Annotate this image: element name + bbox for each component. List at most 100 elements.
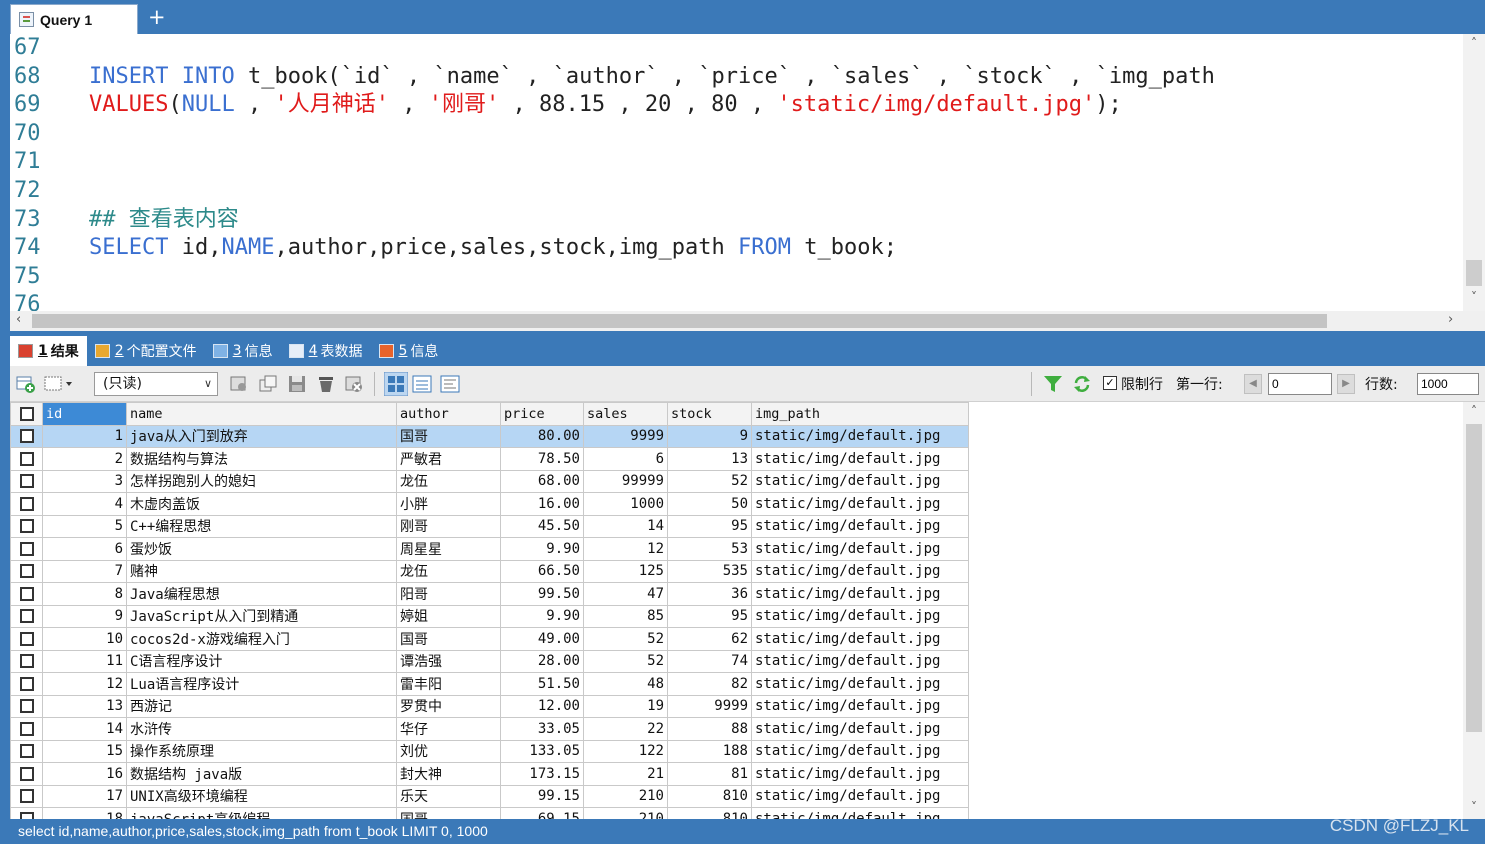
cancel-changes-icon[interactable]: [344, 374, 364, 394]
first-row-input[interactable]: 0: [1268, 373, 1332, 395]
cell-price[interactable]: 173.15: [500, 762, 584, 786]
cell-id[interactable]: 3: [42, 469, 127, 493]
cell-sales[interactable]: 12: [583, 537, 668, 561]
table-row[interactable]: 13 西游记 罗贯中 12.00 19 9999 static/img/default.jp…: [10, 694, 969, 718]
cell-img_path[interactable]: static/img/default.jpg: [751, 762, 969, 786]
grid-vscroll-thumb[interactable]: [1466, 424, 1482, 732]
editor-line[interactable]: 72: [10, 177, 1462, 206]
cell-author[interactable]: 严敏君: [396, 447, 501, 471]
scroll-right-icon[interactable]: ›: [1448, 312, 1453, 327]
row-checkbox[interactable]: [10, 807, 43, 819]
cell-price[interactable]: 133.05: [500, 739, 584, 763]
editor-line[interactable]: 67: [10, 34, 1462, 63]
cell-name[interactable]: Java编程思想: [126, 582, 397, 606]
editor-hscroll-thumb[interactable]: [32, 314, 1327, 328]
cell-name[interactable]: C语言程序设计: [126, 649, 397, 673]
cell-img_path[interactable]: static/img/default.jpg: [751, 492, 969, 516]
row-options-dropdown-icon[interactable]: [44, 374, 78, 394]
cell-id[interactable]: 1: [42, 424, 127, 448]
cell-name[interactable]: cocos2d-x游戏编程入门: [126, 627, 397, 651]
grid-settings-icon[interactable]: [229, 374, 249, 394]
column-header-sales[interactable]: sales: [583, 402, 668, 426]
cell-stock[interactable]: 36: [667, 582, 752, 606]
cell-id[interactable]: 13: [42, 694, 127, 718]
table-row[interactable]: 15 操作系统原理 刘优 133.05 122 188 static/img/default…: [10, 739, 969, 763]
row-checkbox[interactable]: [10, 447, 43, 471]
cell-stock[interactable]: 52: [667, 469, 752, 493]
cell-author[interactable]: 国哥: [396, 807, 501, 819]
cell-stock[interactable]: 95: [667, 604, 752, 628]
cell-name[interactable]: 木虚肉盖饭: [126, 492, 397, 516]
result-tab-4[interactable]: 4 表数据: [281, 336, 371, 366]
cell-author[interactable]: 阳哥: [396, 582, 501, 606]
cell-name[interactable]: 赌神: [126, 559, 397, 583]
table-row[interactable]: 10 cocos2d-x游戏编程入门 国哥 49.00 52 62 static/img/d…: [10, 627, 969, 651]
cell-sales[interactable]: 99999: [583, 469, 668, 493]
cell-stock[interactable]: 95: [667, 514, 752, 538]
cell-sales[interactable]: 19: [583, 694, 668, 718]
cell-stock[interactable]: 810: [667, 807, 752, 819]
cell-img_path[interactable]: static/img/default.jpg: [751, 469, 969, 493]
new-query-tab-button[interactable]: +: [148, 5, 166, 29]
table-row[interactable]: 4 木虚肉盖饭 小胖 16.00 1000 50 static/img/default.jp…: [10, 492, 969, 516]
cell-stock[interactable]: 62: [667, 627, 752, 651]
select-all-checkbox[interactable]: [10, 402, 43, 426]
table-row[interactable]: 16 数据结构 java版 封大神 173.15 21 81 static/img/defa…: [10, 762, 969, 786]
cell-id[interactable]: 9: [42, 604, 127, 628]
row-checkbox[interactable]: [10, 424, 43, 448]
scroll-up-icon[interactable]: ˄: [1463, 404, 1485, 418]
result-tab-5[interactable]: 5 信息: [371, 336, 447, 366]
cell-img_path[interactable]: static/img/default.jpg: [751, 537, 969, 561]
cell-price[interactable]: 78.50: [500, 447, 584, 471]
text-view-icon[interactable]: [440, 374, 460, 394]
cell-id[interactable]: 16: [42, 762, 127, 786]
cell-price[interactable]: 45.50: [500, 514, 584, 538]
cell-author[interactable]: 龙伍: [396, 469, 501, 493]
cell-sales[interactable]: 125: [583, 559, 668, 583]
scroll-down-icon[interactable]: ˅: [1463, 800, 1485, 814]
cell-sales[interactable]: 6: [583, 447, 668, 471]
cell-img_path[interactable]: static/img/default.jpg: [751, 694, 969, 718]
cell-img_path[interactable]: static/img/default.jpg: [751, 424, 969, 448]
cell-id[interactable]: 7: [42, 559, 127, 583]
previous-page-icon[interactable]: ◀: [1244, 374, 1262, 394]
column-header-author[interactable]: author: [396, 402, 501, 426]
cell-author[interactable]: 刚哥: [396, 514, 501, 538]
table-row[interactable]: 14 水浒传 华仔 33.05 22 88 static/img/default.jpg: [10, 717, 969, 741]
cell-price[interactable]: 49.00: [500, 627, 584, 651]
cell-id[interactable]: 2: [42, 447, 127, 471]
cell-price[interactable]: 28.00: [500, 649, 584, 673]
cell-name[interactable]: java从入门到放弃: [126, 424, 397, 448]
row-checkbox[interactable]: [10, 604, 43, 628]
cell-img_path[interactable]: static/img/default.jpg: [751, 672, 969, 696]
cell-img_path[interactable]: static/img/default.jpg: [751, 582, 969, 606]
row-checkbox[interactable]: [10, 492, 43, 516]
cell-name[interactable]: 怎样拐跑别人的媳妇: [126, 469, 397, 493]
cell-name[interactable]: 水浒传: [126, 717, 397, 741]
table-row[interactable]: 11 C语言程序设计 谭浩强 28.00 52 74 static/img/default.…: [10, 649, 969, 673]
cell-stock[interactable]: 9999: [667, 694, 752, 718]
cell-price[interactable]: 66.50: [500, 559, 584, 583]
cell-name[interactable]: UNIX高级环境编程: [126, 784, 397, 808]
cell-stock[interactable]: 50: [667, 492, 752, 516]
result-tab-3[interactable]: 3 信息: [205, 336, 281, 366]
editor-vscroll-thumb[interactable]: [1466, 260, 1482, 286]
grid-view-icon[interactable]: [384, 372, 408, 396]
table-row[interactable]: 2 数据结构与算法 严敏君 78.50 6 13 static/img/default.jp…: [10, 447, 969, 471]
cell-stock[interactable]: 188: [667, 739, 752, 763]
cell-id[interactable]: 5: [42, 514, 127, 538]
cell-author[interactable]: 小胖: [396, 492, 501, 516]
row-checkbox[interactable]: [10, 537, 43, 561]
table-row[interactable]: 12 Lua语言程序设计 雷丰阳 51.50 48 82 static/img/defaul…: [10, 672, 969, 696]
cell-img_path[interactable]: static/img/default.jpg: [751, 559, 969, 583]
table-row[interactable]: 6 蛋炒饭 周星星 9.90 12 53 static/img/default.jpg: [10, 537, 969, 561]
cell-id[interactable]: 12: [42, 672, 127, 696]
save-icon[interactable]: [287, 374, 307, 394]
editor-line[interactable]: 74 SELECT id,NAME,author,price,sales,stoc…: [10, 234, 1462, 263]
cell-sales[interactable]: 47: [583, 582, 668, 606]
table-row[interactable]: 1 java从入门到放弃 国哥 80.00 9999 9 static/img/defaul…: [10, 424, 969, 448]
table-row[interactable]: 9 JavaScript从入门到精通 婷姐 9.90 85 95 static/img/de…: [10, 604, 969, 628]
cell-price[interactable]: 9.90: [500, 537, 584, 561]
duplicate-row-icon[interactable]: [258, 374, 278, 394]
editor-line[interactable]: 73 ## 查看表内容: [10, 206, 1462, 235]
